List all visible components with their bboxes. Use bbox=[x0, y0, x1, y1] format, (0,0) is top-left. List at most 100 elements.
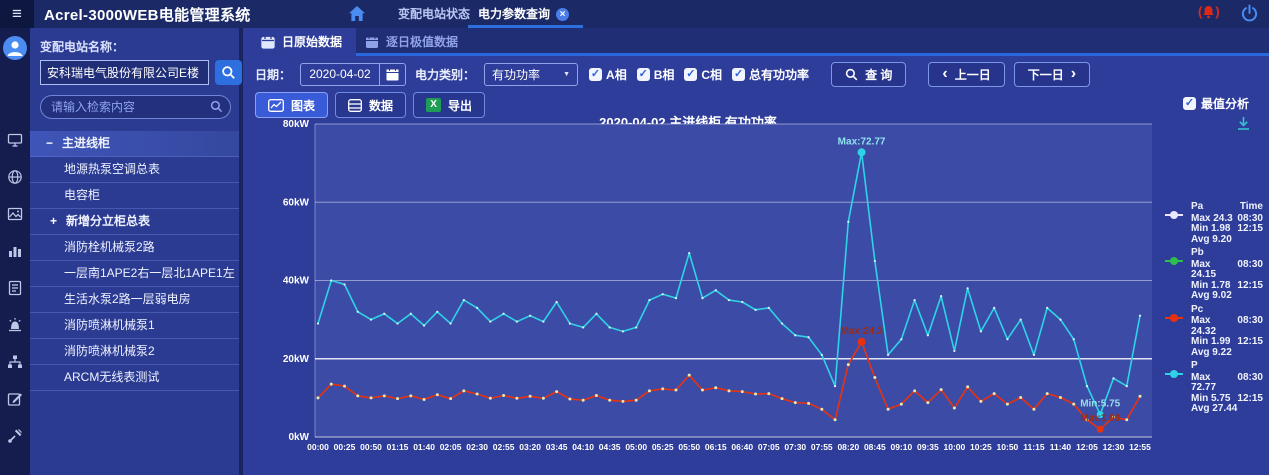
series-marker-P bbox=[423, 324, 425, 326]
series-marker-Pabc bbox=[621, 400, 624, 403]
annotation-dot bbox=[1097, 426, 1104, 433]
series-marker-Pabc bbox=[489, 397, 492, 400]
calendar-icon[interactable] bbox=[379, 63, 405, 86]
tree-item[interactable]: ARCM无线表测试 bbox=[30, 365, 239, 391]
series-marker-P bbox=[701, 297, 703, 299]
series-marker-Pabc bbox=[423, 398, 426, 401]
series-marker-P bbox=[1059, 319, 1061, 321]
x-tick-label: 04:10 bbox=[572, 442, 594, 452]
topology-icon[interactable] bbox=[7, 354, 23, 370]
series-marker-P bbox=[529, 315, 531, 317]
menu-icon[interactable]: ≡ bbox=[0, 0, 34, 28]
tab-daily-extreme-data[interactable]: 逐日极值数据 bbox=[351, 28, 472, 56]
tree-item[interactable]: 一层南1APE2右一层北1APE1左 bbox=[30, 261, 239, 287]
next-day-button[interactable]: 下一日 › bbox=[1014, 62, 1090, 87]
series-marker-P bbox=[503, 313, 505, 315]
line-chart[interactable]: 0kW20kW40kW60kW80kW00:0000:2500:5001:150… bbox=[247, 120, 1167, 475]
x-tick-label: 09:10 bbox=[890, 442, 912, 452]
series-marker-P bbox=[556, 301, 558, 303]
home-icon[interactable] bbox=[348, 5, 366, 23]
series-marker-P bbox=[675, 297, 677, 299]
series-marker-Pabc bbox=[383, 394, 386, 397]
x-tick-label: 03:45 bbox=[546, 442, 568, 452]
expand-icon[interactable]: + bbox=[50, 209, 57, 234]
x-tick-label: 12:55 bbox=[1129, 442, 1151, 452]
chart-legend: PaTimeMax 24.308:30Min 1.9812:15Avg 9.20… bbox=[1167, 202, 1263, 418]
series-marker-Pabc bbox=[807, 402, 810, 405]
series-marker-P bbox=[1086, 385, 1088, 387]
annotation-label: Max:24.3 bbox=[840, 326, 883, 337]
barchart-icon[interactable] bbox=[7, 243, 23, 259]
close-icon[interactable]: × bbox=[556, 8, 569, 21]
series-marker-P bbox=[781, 322, 783, 324]
check-icon: ✓ bbox=[637, 68, 650, 81]
tab-station-status[interactable]: 变配电站状态 bbox=[398, 0, 470, 28]
user-avatar[interactable] bbox=[3, 36, 27, 60]
tools-icon[interactable] bbox=[7, 428, 23, 444]
series-marker-P bbox=[595, 313, 597, 315]
series-marker-P bbox=[516, 320, 518, 322]
checkbox-phase-b[interactable]: ✓B相 bbox=[637, 66, 675, 83]
x-tick-label: 12:30 bbox=[1103, 442, 1125, 452]
series-marker-P bbox=[609, 326, 611, 328]
series-marker-Pabc bbox=[582, 399, 585, 402]
download-icon[interactable] bbox=[1236, 116, 1251, 131]
series-marker-P bbox=[914, 299, 916, 301]
alarm-icon[interactable] bbox=[7, 317, 23, 333]
date-input[interactable]: 2020-04-02 bbox=[300, 63, 406, 86]
report-icon[interactable] bbox=[7, 280, 23, 296]
x-tick-label: 10:50 bbox=[997, 442, 1019, 452]
alarm-bell-icon[interactable]: ( ) bbox=[1198, 4, 1220, 19]
checkbox-total-active-power[interactable]: ✓总有功功率 bbox=[732, 66, 809, 83]
x-tick-label: 08:45 bbox=[864, 442, 886, 452]
x-tick-label: 00:00 bbox=[307, 442, 329, 452]
tree-item-main-incoming-cabinet[interactable]: −主进线柜 bbox=[30, 131, 239, 157]
power-category-select[interactable]: 有功功率 ▼ bbox=[484, 63, 578, 86]
station-search-button[interactable] bbox=[215, 60, 242, 85]
series-marker-Pabc bbox=[767, 392, 770, 395]
date-value[interactable]: 2020-04-02 bbox=[301, 67, 379, 81]
series-marker-Pabc bbox=[979, 400, 982, 403]
series-marker-P bbox=[463, 299, 465, 301]
series-marker-Pabc bbox=[1046, 392, 1049, 395]
tree-item[interactable]: 消防栓机械泵2路 bbox=[30, 235, 239, 261]
globe-icon[interactable] bbox=[7, 169, 23, 185]
query-button[interactable]: 查 询 bbox=[831, 62, 906, 87]
tree-item[interactable]: 生活水泵2路一层弱电房 bbox=[30, 287, 239, 313]
tree-item[interactable]: 地源热泵空调总表 bbox=[30, 157, 239, 183]
checkbox-phase-c[interactable]: ✓C相 bbox=[684, 66, 722, 83]
monitor-icon[interactable] bbox=[7, 132, 23, 148]
series-marker-Pabc bbox=[529, 395, 532, 398]
series-marker-Pabc bbox=[754, 392, 757, 395]
series-marker-Pabc bbox=[953, 407, 956, 410]
x-tick-label: 01:40 bbox=[413, 442, 435, 452]
previous-day-button[interactable]: ‹ 上一日 bbox=[928, 62, 1004, 87]
series-marker-P bbox=[343, 283, 345, 285]
tab-daily-raw-data[interactable]: 日原始数据 bbox=[247, 28, 356, 56]
tree-item[interactable]: 消防喷淋机械泵1 bbox=[30, 313, 239, 339]
collapse-icon[interactable]: − bbox=[46, 131, 53, 156]
app-title: Acrel-3000WEB电能管理系统 bbox=[44, 4, 251, 25]
date-label: 日期： bbox=[255, 66, 291, 83]
power-logout-icon[interactable] bbox=[1240, 4, 1259, 23]
x-tick-label: 08:20 bbox=[837, 442, 859, 452]
tree-search-input[interactable] bbox=[40, 95, 231, 119]
series-marker-Pabc bbox=[542, 397, 545, 400]
series-marker-P bbox=[940, 295, 942, 297]
station-name-input[interactable] bbox=[40, 60, 209, 85]
series-marker-Pabc bbox=[515, 397, 518, 400]
gallery-icon[interactable] bbox=[7, 206, 23, 222]
tab-power-parameter-query[interactable]: 电力参数查询 × bbox=[478, 0, 569, 28]
edit-icon[interactable] bbox=[7, 391, 23, 407]
series-marker-P bbox=[1126, 385, 1128, 387]
max-analysis-checkbox[interactable]: ✓ 最值分析 bbox=[1183, 95, 1249, 112]
series-marker-P bbox=[569, 322, 571, 324]
series-marker-Pabc bbox=[635, 399, 638, 402]
x-tick-label: 02:05 bbox=[440, 442, 462, 452]
annotation-dot bbox=[858, 338, 866, 346]
tree-item-expandable[interactable]: +新增分立柜总表 bbox=[30, 209, 239, 235]
checkbox-phase-a[interactable]: ✓A相 bbox=[589, 66, 627, 83]
tree-item[interactable]: 消防喷淋机械泵2 bbox=[30, 339, 239, 365]
tree-item[interactable]: 电容柜 bbox=[30, 183, 239, 209]
series-marker-P bbox=[330, 279, 332, 281]
